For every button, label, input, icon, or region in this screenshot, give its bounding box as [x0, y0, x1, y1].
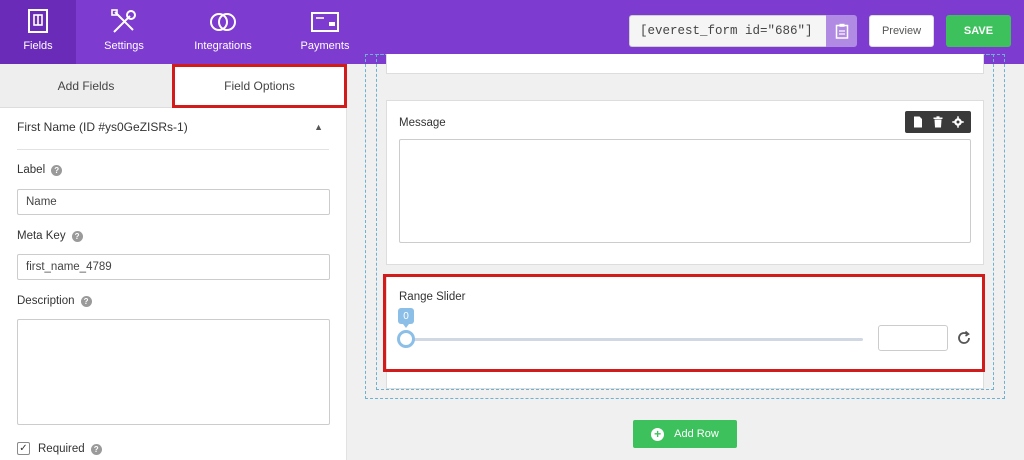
nav-fields[interactable]: Fields [0, 0, 76, 64]
slider-track[interactable] [405, 338, 863, 341]
tab-field-options[interactable]: Field Options [172, 64, 347, 108]
nav-fields-label: Fields [23, 40, 53, 52]
meta-key-field-label: Meta Key ? [17, 230, 83, 242]
add-row-label: Add Row [674, 428, 719, 440]
help-icon[interactable]: ? [90, 443, 102, 455]
range-value-input[interactable] [878, 325, 948, 351]
slider-handle[interactable] [397, 330, 415, 348]
form-builder-canvas: Message Range Slider 0 + Add Row [348, 54, 1024, 460]
payments-icon [311, 12, 339, 32]
nav-integrations[interactable]: Integrations [184, 0, 262, 64]
add-row-button[interactable]: + Add Row [633, 420, 737, 448]
label-input[interactable] [17, 189, 330, 215]
field-actions-toolbar [905, 111, 971, 133]
reset-icon[interactable] [956, 330, 972, 346]
copy-shortcode-button[interactable] [826, 15, 857, 47]
integrations-icon [210, 13, 236, 31]
required-field-label: Required ? [38, 443, 102, 455]
required-checkbox[interactable]: ✓ [17, 442, 30, 455]
nav-settings[interactable]: Settings [86, 0, 162, 64]
panel-tabs: Add Fields Field Options [0, 64, 347, 108]
help-icon[interactable]: ? [51, 164, 63, 176]
meta-key-label-text: Meta Key [17, 230, 66, 242]
range-slider-field-card[interactable]: Range Slider 0 [386, 274, 984, 389]
field-section-header[interactable]: First Name (ID #ys0GeZISRs-1) ▲ [17, 120, 329, 150]
meta-key-input[interactable] [17, 254, 330, 280]
required-label-text: Required [38, 443, 85, 455]
collapse-caret-icon[interactable]: ▲ [314, 122, 323, 132]
nav-integrations-label: Integrations [194, 40, 252, 52]
fields-icon [28, 9, 48, 33]
tab-add-fields[interactable]: Add Fields [0, 64, 172, 108]
preview-button[interactable]: Preview [869, 15, 934, 47]
gear-icon[interactable] [952, 116, 964, 128]
save-button[interactable]: SAVE [946, 15, 1011, 47]
plus-circle-icon: + [651, 427, 665, 441]
trash-icon[interactable] [932, 116, 944, 128]
message-textarea[interactable] [399, 139, 971, 243]
nav-payments-label: Payments [300, 40, 350, 52]
help-icon[interactable]: ? [71, 230, 83, 242]
clipboard-icon [835, 23, 848, 39]
shortcode-field[interactable]: [everest_form id="686"] [629, 15, 827, 47]
label-label-text: Label [17, 164, 46, 176]
label-field-label: Label ? [17, 164, 63, 176]
description-label-text: Description [17, 295, 75, 307]
message-field-label: Message [399, 117, 446, 129]
slider-value-tooltip: 0 [398, 308, 414, 328]
settings-icon [111, 9, 136, 33]
field-section-title: First Name (ID #ys0GeZISRs-1) [17, 120, 188, 134]
nav-payments[interactable]: Payments [286, 0, 364, 64]
nav-settings-label: Settings [104, 40, 144, 52]
duplicate-icon[interactable] [912, 116, 924, 128]
previous-field-card[interactable] [386, 54, 984, 74]
description-textarea[interactable] [17, 319, 330, 425]
range-slider-field-label: Range Slider [399, 291, 466, 303]
message-field-card[interactable]: Message [386, 100, 984, 265]
help-icon[interactable]: ? [80, 295, 92, 307]
field-options-panel: Add Fields Field Options First Name (ID … [0, 64, 347, 460]
description-field-label: Description ? [17, 295, 92, 307]
